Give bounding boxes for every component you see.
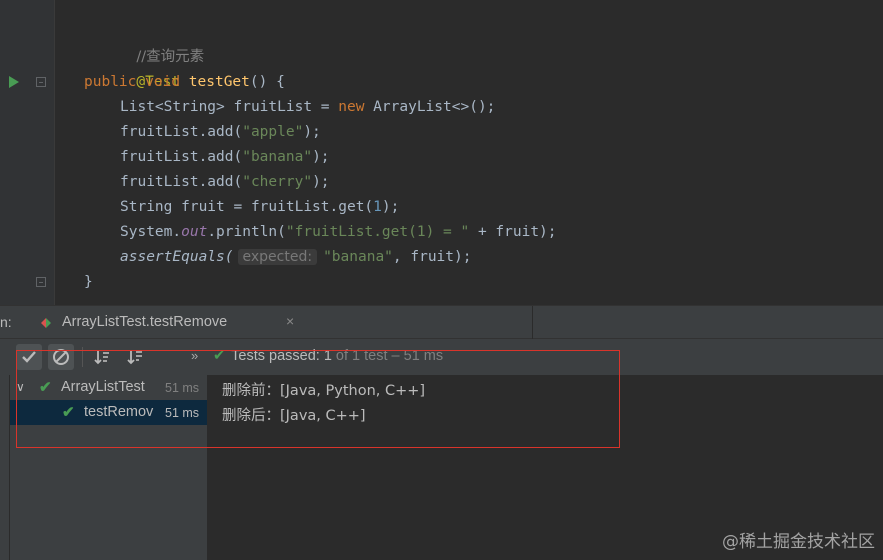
code-line-closing: } <box>84 274 93 290</box>
run-tab-bar: n: ArrayListTest.testRemove × <box>0 305 883 339</box>
check-icon: ✔ <box>39 379 52 396</box>
check-icon: ✔ <box>213 348 226 364</box>
code-line-comment: //查询元素 <box>136 49 205 65</box>
code-line-add-cherry: fruitList.add("cherry"); <box>120 174 330 190</box>
show-passed-button[interactable] <box>16 344 42 370</box>
watermark: @稀土掘金技术社区 <box>722 532 875 552</box>
tree-node-label: ArrayListTest <box>61 379 145 395</box>
tree-node-time: 51 ms <box>165 381 200 395</box>
test-status: ✔ Tests passed: 1 of 1 test – 51 ms <box>213 348 443 364</box>
code-line-annotation: @Test <box>136 74 181 90</box>
fold-icon[interactable] <box>36 77 46 87</box>
code-line-println: System.out.println("fruitList.get(1) = "… <box>120 224 557 240</box>
run-label: n: <box>0 314 12 330</box>
ignored-icon <box>53 349 69 365</box>
console-line: 删除前：[Java, Python, C++] <box>222 383 426 399</box>
run-test-icon[interactable] <box>9 76 19 88</box>
tree-node-class[interactable]: ∨ ✔ ArrayListTest 51 ms <box>10 375 208 400</box>
code-line-add-apple: fruitList.add("apple"); <box>120 124 321 140</box>
code-line-assert: assertEquals(expected: "banana", fruit); <box>120 249 472 265</box>
more-actions-chevron-icon[interactable]: » <box>191 348 198 363</box>
code-line-list-decl: List<String> fruitList = new ArrayList<>… <box>120 99 496 115</box>
sort-by-duration-button[interactable] <box>122 344 148 370</box>
fold-icon[interactable] <box>36 277 46 287</box>
editor-gutter <box>0 0 54 305</box>
chevron-down-icon[interactable]: ∨ <box>16 380 25 394</box>
tab-arraylisttest-testremove[interactable]: ArrayListTest.testRemove × <box>28 306 533 339</box>
code-line-signature: public void testGet() { <box>84 74 285 90</box>
tree-node-method[interactable]: ✔ testRemov 51 ms <box>10 400 208 425</box>
status-detail: of 1 test – 51 ms <box>331 348 444 364</box>
code-editor[interactable]: //查询元素 @Test public void testGet() { Lis… <box>0 0 883 305</box>
console-line: 删除后：[Java, C++] <box>222 408 366 424</box>
test-toolbar: » ✔ Tests passed: 1 of 1 test – 51 ms <box>0 339 883 375</box>
test-tree: ∨ ✔ ArrayListTest 51 ms ✔ testRemov 51 m… <box>10 375 208 560</box>
sort-alpha-icon <box>94 350 109 365</box>
show-ignored-button[interactable] <box>48 344 74 370</box>
parameter-hint: expected: <box>237 249 318 265</box>
tree-node-time: 51 ms <box>165 406 200 420</box>
check-icon: ✔ <box>62 404 75 421</box>
sort-alphabetically-button[interactable] <box>89 344 115 370</box>
check-icon <box>22 351 36 363</box>
code-line-get: String fruit = fruitList.get(1); <box>120 199 400 215</box>
code-line-add-banana: fruitList.add("banana"); <box>120 149 330 165</box>
test-config-icon <box>41 318 51 328</box>
close-icon[interactable]: × <box>286 313 294 329</box>
tree-node-label: testRemov <box>84 404 154 420</box>
sort-duration-icon <box>127 350 142 365</box>
tab-label: ArrayListTest.testRemove <box>62 314 228 330</box>
status-passed: Tests passed: 1 <box>231 348 332 364</box>
